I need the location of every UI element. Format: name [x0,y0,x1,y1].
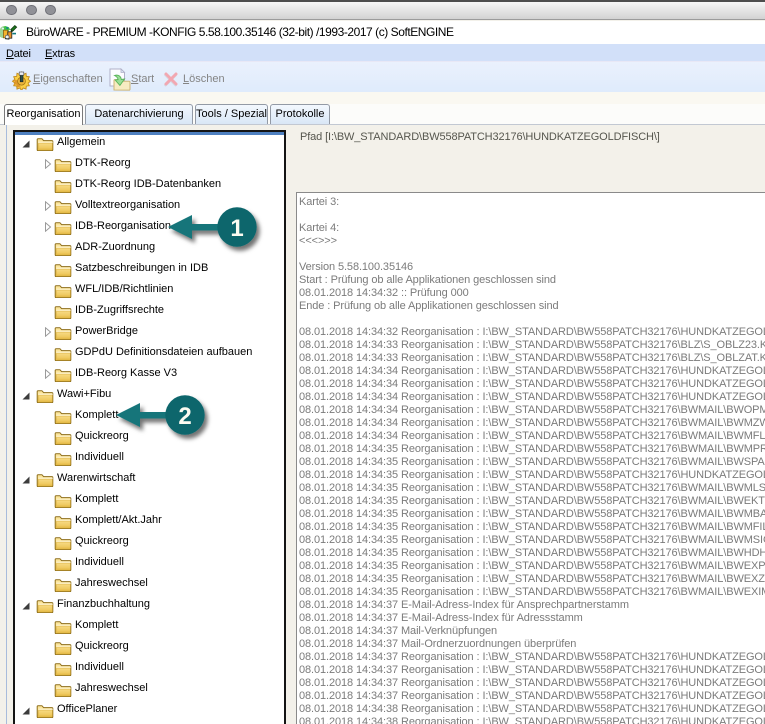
svg-text:2: 2 [178,403,191,430]
svg-text:1: 1 [230,215,243,242]
